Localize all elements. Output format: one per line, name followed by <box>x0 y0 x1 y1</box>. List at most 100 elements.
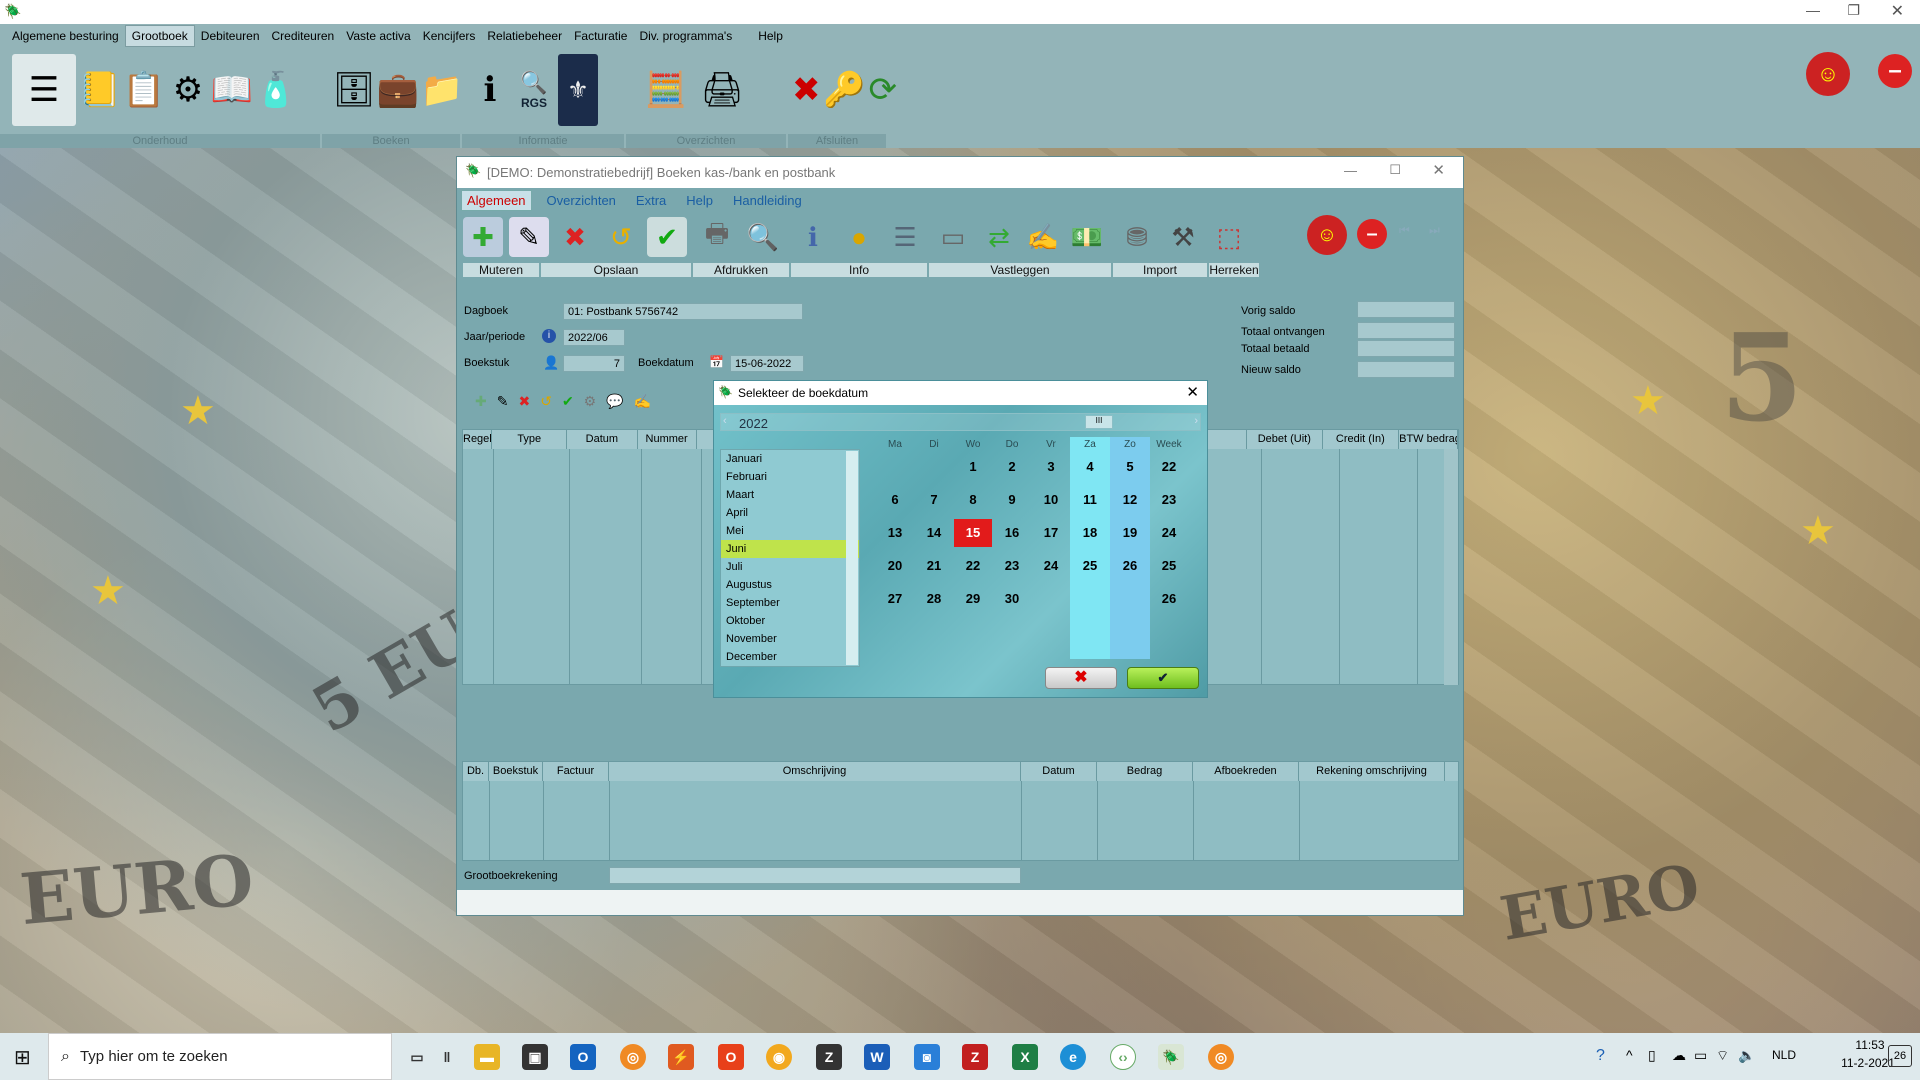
month-item-september[interactable]: September <box>721 594 859 612</box>
calendar-day[interactable]: 22 <box>954 552 992 580</box>
calendar-day[interactable]: 18 <box>1071 519 1109 547</box>
month-item-mei[interactable]: Mei <box>721 522 859 540</box>
maximize-icon[interactable]: ☐ <box>1389 162 1401 178</box>
calendar-day[interactable]: 13 <box>876 519 914 547</box>
menu-item-facturatie[interactable]: Facturatie <box>568 26 633 46</box>
print-icon[interactable]: 🖶 <box>697 217 737 257</box>
add-icon[interactable]: ✚ <box>463 217 503 257</box>
calendar-day[interactable]: 28 <box>915 585 953 613</box>
ok-button[interactable]: ✔ <box>1127 667 1199 689</box>
undo-line-icon[interactable]: ↺ <box>540 393 552 410</box>
save-icon[interactable]: ✔ <box>647 217 687 257</box>
search-line-icon[interactable]: ⚙ <box>584 393 597 410</box>
col-debet[interactable]: Debet (Uit) <box>1246 430 1323 449</box>
windows-start-icon[interactable]: ⊞ <box>14 1045 31 1070</box>
preview-icon[interactable]: 🔍 <box>743 217 783 257</box>
periode-field[interactable]: 2022/06 <box>563 329 625 346</box>
menu-item-vaste-activa[interactable]: Vaste activa <box>340 26 416 46</box>
app-dark-icon[interactable]: Z <box>816 1044 842 1070</box>
calendar-day[interactable]: 4 <box>1071 453 1109 481</box>
office-icon[interactable]: O <box>718 1044 744 1070</box>
volume-icon[interactable]: 🔈 <box>1738 1047 1755 1064</box>
calendar-day[interactable]: 24 <box>1032 552 1070 580</box>
minimize-icon[interactable]: — <box>1344 163 1357 178</box>
calendar-day[interactable]: 10 <box>1032 486 1070 514</box>
col-datum[interactable]: Datum <box>567 430 638 449</box>
exit-icon[interactable]: – <box>1878 54 1912 88</box>
help-me-icon[interactable]: ☺ <box>1806 52 1850 96</box>
app-orange2-icon[interactable]: ◎ <box>1208 1044 1234 1070</box>
help-me-icon[interactable]: ☺ <box>1307 215 1347 255</box>
month-item-juli[interactable]: Juli <box>721 558 859 576</box>
rgs-icon[interactable]: 🔍 RGS <box>514 54 554 126</box>
box-icon[interactable]: 🧴 <box>255 54 297 126</box>
add-line-icon[interactable]: ✚ <box>475 393 487 410</box>
col-db[interactable]: Db. <box>463 762 489 781</box>
month-item-november[interactable]: November <box>721 630 859 648</box>
dagboek-field[interactable]: 01: Postbank 5756742 <box>563 303 803 320</box>
calendar-day[interactable]: 20 <box>876 552 914 580</box>
month-item-oktober[interactable]: Oktober <box>721 612 859 630</box>
window-menu-help[interactable]: Help <box>681 191 718 210</box>
calendar-day[interactable]: 21 <box>915 552 953 580</box>
delete-line-icon[interactable]: ✖ <box>518 393 530 410</box>
money-icon[interactable]: 💵 <box>1067 217 1107 257</box>
close-icon[interactable]: ✕ <box>1891 1 1904 21</box>
coin-icon[interactable]: ● <box>839 217 879 257</box>
sign-icon[interactable]: ✍ <box>1023 217 1063 257</box>
ledger-icon[interactable]: 📋 <box>123 54 165 126</box>
tray-device-icon[interactable]: ▯ <box>1648 1047 1656 1064</box>
app-orange-icon[interactable]: ◎ <box>620 1044 646 1070</box>
undo-icon[interactable]: ↺ <box>601 217 641 257</box>
comment-icon[interactable]: 💬 <box>606 393 623 410</box>
confirm-line-icon[interactable]: ✔ <box>562 393 574 410</box>
menu-item-algemene-besturing[interactable]: Algemene besturing <box>6 26 125 46</box>
menu-item-help[interactable]: Help <box>752 26 789 46</box>
recalc-icon[interactable]: ⬚ <box>1209 217 1249 257</box>
app-code-icon[interactable]: ‹› <box>1110 1044 1136 1070</box>
minimize-icon[interactable]: — <box>1806 2 1820 18</box>
import-icon[interactable]: ⛃ <box>1117 217 1157 257</box>
info-icon[interactable]: ℹ <box>470 54 510 126</box>
calendar-day[interactable]: 25 <box>1071 552 1109 580</box>
year-prev-icon[interactable]: ‹ <box>723 415 727 427</box>
calendar-day[interactable]: 5 <box>1111 453 1149 481</box>
filezilla-icon[interactable]: Z <box>962 1044 988 1070</box>
last-record-icon[interactable]: ⏭ <box>1429 223 1440 238</box>
boekstuk-field[interactable]: 7 <box>563 355 625 372</box>
calendar-day[interactable]: 23 <box>993 552 1031 580</box>
col-bedrag[interactable]: Bedrag <box>1097 762 1193 781</box>
bank-icon[interactable]: ▭ <box>933 217 973 257</box>
restore-icon[interactable]: ❐ <box>1847 2 1860 19</box>
sync-icon[interactable]: ⇄ <box>979 217 1019 257</box>
list-icon[interactable]: ☰ <box>12 54 76 126</box>
first-record-icon[interactable]: ⏮ <box>1399 223 1410 238</box>
col-btw[interactable]: BTW bedrag <box>1399 430 1458 449</box>
col-nummer[interactable]: Nummer <box>638 430 697 449</box>
info-icon[interactable]: i <box>542 329 556 343</box>
boekhouding-icon[interactable]: 🪲 <box>1158 1044 1184 1070</box>
cancel-button[interactable]: ✖ <box>1045 667 1117 689</box>
col-afboekreden[interactable]: Afboekreden <box>1193 762 1299 781</box>
boekdatum-field[interactable]: 15-06-2022 <box>730 355 804 372</box>
grootboek-field[interactable] <box>609 867 1021 884</box>
month-item-januari[interactable]: Januari <box>721 450 859 468</box>
battery-icon[interactable]: ▭ <box>1694 1047 1707 1064</box>
outlook-icon[interactable]: O <box>570 1044 596 1070</box>
col-rekening[interactable]: Rekening omschrijving <box>1299 762 1445 781</box>
calendar-day[interactable]: 26 <box>1111 552 1149 580</box>
pinned-icon[interactable]: ‖ <box>434 1044 460 1070</box>
book-icon[interactable]: 📒 <box>79 54 121 126</box>
tools-icon[interactable]: ⚒ <box>1163 217 1203 257</box>
month-item-maart[interactable]: Maart <box>721 486 859 504</box>
refresh-icon[interactable]: ⟳ <box>869 54 898 126</box>
col-boekstuk[interactable]: Boekstuk <box>489 762 543 781</box>
month-item-juni[interactable]: Juni <box>721 540 859 558</box>
calendar-day[interactable]: 2 <box>993 453 1031 481</box>
list-icon[interactable]: ☰ <box>885 217 925 257</box>
calendar-icon[interactable]: 📅 <box>709 355 724 369</box>
key-icon[interactable]: 🔑 <box>823 54 865 126</box>
window-menu-extra[interactable]: Extra <box>631 191 671 210</box>
window-menu-overzichten[interactable]: Overzichten <box>542 191 621 210</box>
tray-chevron-icon[interactable]: ^ <box>1626 1047 1633 1063</box>
